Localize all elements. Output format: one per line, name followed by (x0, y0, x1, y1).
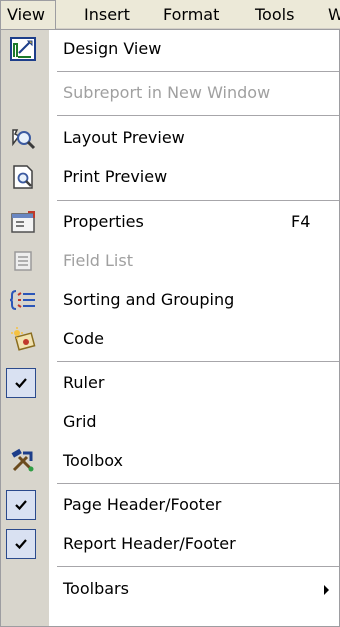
print-preview-icon (9, 163, 37, 191)
menu-item-properties[interactable]: Properties F4 (1, 203, 339, 241)
menu-item-shortcut: F4 (291, 212, 311, 231)
properties-icon (9, 208, 37, 236)
menu-item-label: Page Header/Footer (63, 495, 222, 514)
submenu-arrow-icon (324, 585, 329, 595)
menu-item-label: Report Header/Footer (63, 534, 236, 553)
menu-item-label: Toolbox (63, 451, 123, 470)
checkmark-icon (6, 529, 36, 559)
checkmark-icon (6, 368, 36, 398)
menu-item-label: Subreport in New Window (63, 83, 271, 102)
menu-separator (57, 115, 339, 116)
menu-tools[interactable]: Tools (249, 0, 300, 29)
menu-separator (57, 361, 339, 362)
menu-separator (57, 71, 339, 72)
code-icon (9, 325, 37, 353)
menu-item-label: Toolbars (63, 579, 129, 598)
menu-format[interactable]: Format (157, 0, 225, 29)
menu-insert[interactable]: Insert (78, 0, 136, 29)
menu-item-page-header-footer[interactable]: Page Header/Footer (1, 486, 339, 524)
menu-bar: View Insert Format Tools W (0, 0, 340, 29)
menu-item-print-preview[interactable]: Print Preview (1, 158, 339, 196)
menu-item-label: Code (63, 329, 104, 348)
menu-separator (57, 566, 339, 567)
field-list-icon (9, 247, 37, 275)
menu-item-field-list[interactable]: Field List (1, 242, 339, 280)
menu-window[interactable]: W (322, 0, 340, 29)
sorting-grouping-icon (9, 286, 37, 314)
menu-item-toolbars[interactable]: Toolbars (1, 570, 339, 608)
layout-preview-icon (9, 124, 37, 152)
menu-item-design-view[interactable]: Design View (1, 30, 339, 68)
menu-item-label: Ruler (63, 373, 105, 392)
menu-item-label: Layout Preview (63, 128, 185, 147)
menu-item-ruler[interactable]: Ruler (1, 364, 339, 402)
toolbox-icon (9, 447, 37, 475)
menu-item-label: Grid (63, 412, 97, 431)
menu-item-label: Field List (63, 251, 133, 270)
menu-separator (57, 483, 339, 484)
view-menu-dropdown: Design View Subreport in New Window Layo… (0, 29, 340, 627)
design-view-icon (9, 35, 37, 63)
menu-item-grid[interactable]: Grid (1, 403, 339, 441)
menu-item-report-header-footer[interactable]: Report Header/Footer (1, 525, 339, 563)
menu-item-sorting-grouping[interactable]: Sorting and Grouping (1, 281, 339, 319)
menu-item-label: Design View (63, 39, 162, 58)
menu-item-layout-preview[interactable]: Layout Preview (1, 119, 339, 157)
menu-view[interactable]: View (0, 0, 56, 29)
menu-item-label: Sorting and Grouping (63, 290, 235, 309)
checkmark-icon (6, 490, 36, 520)
menu-item-label: Print Preview (63, 167, 168, 186)
menu-item-code[interactable]: Code (1, 320, 339, 358)
menu-item-label: Properties (63, 212, 144, 231)
menu-separator (57, 200, 339, 201)
menu-item-toolbox[interactable]: Toolbox (1, 442, 339, 480)
menu-item-subreport-new-window[interactable]: Subreport in New Window (1, 74, 339, 112)
